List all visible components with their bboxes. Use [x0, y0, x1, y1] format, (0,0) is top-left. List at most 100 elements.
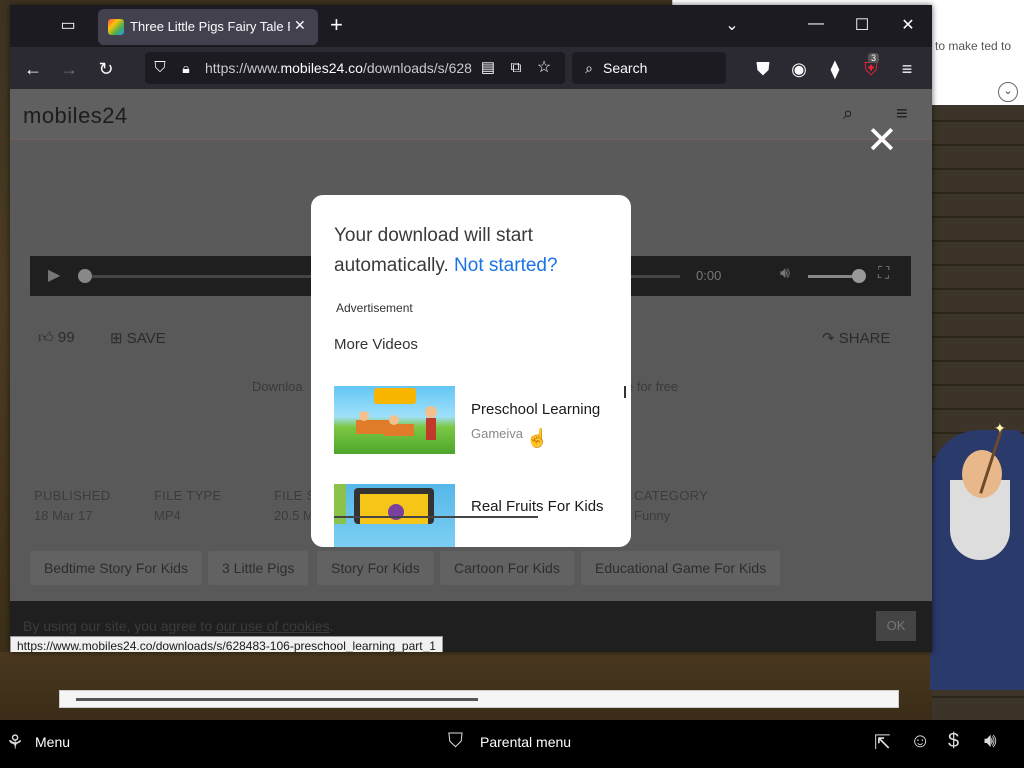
- site-search-icon[interactable]: ⌕: [843, 103, 853, 124]
- scrollbar-thumb[interactable]: [76, 698, 478, 701]
- menu-button[interactable]: Menu: [35, 734, 70, 750]
- share-button[interactable]: ↷ SHARE: [822, 329, 890, 347]
- volume-icon[interactable]: 🔊︎: [780, 265, 790, 283]
- download-message: Your download will start automatically. …: [334, 225, 558, 276]
- video-thumbnail[interactable]: [334, 386, 455, 454]
- url-text: https://www.mobiles24.co/downloads/s/628: [205, 60, 472, 76]
- download-modal: Your download will start automatically. …: [311, 195, 631, 547]
- meta-value: 20.5 M: [274, 508, 314, 523]
- shield-icon[interactable]: ⛉: [448, 730, 463, 753]
- meta-file-type: FILE TYPE MP4: [154, 486, 221, 526]
- account-icon[interactable]: ◉: [788, 58, 810, 80]
- reload-icon[interactable]: ↻: [95, 58, 117, 80]
- taskbar: ⚘ Menu ⛉ Parental menu ⇱ ☺ $ 🔊︎: [0, 720, 1024, 768]
- forward-icon[interactable]: →: [58, 58, 80, 80]
- meta-key: FILE S: [274, 488, 316, 503]
- meta-key: CATEGORY: [634, 488, 709, 503]
- cookie-policy-link[interactable]: our use of cookies: [216, 618, 330, 634]
- tag-chip[interactable]: Cartoon For Kids: [440, 551, 574, 585]
- add-box-icon: ⊞: [110, 330, 123, 347]
- download-text-left: Downloa: [252, 379, 303, 394]
- search-input[interactable]: ⌕ Search: [572, 52, 726, 84]
- close-window-icon[interactable]: ✕: [898, 15, 918, 35]
- notification-text: to make ted to: [935, 39, 1012, 53]
- more-videos-heading: More Videos: [334, 336, 418, 353]
- meta-published: PUBLISHED 18 Mar 17: [34, 486, 110, 526]
- meta-value: 18 Mar 17: [34, 508, 93, 523]
- meta-key: FILE TYPE: [154, 488, 222, 503]
- bookmark-star-icon[interactable]: ☆: [533, 57, 555, 79]
- extensions-icon[interactable]: ⧫: [824, 58, 846, 80]
- search-icon: ⌕: [585, 60, 593, 76]
- site-header: mobiles24 ⌕ ≡: [10, 89, 932, 140]
- save-label: SAVE: [126, 330, 166, 347]
- picture-in-picture-icon[interactable]: ⧉: [505, 57, 527, 79]
- seek-knob[interactable]: [78, 269, 92, 283]
- back-icon[interactable]: ←: [22, 58, 44, 80]
- tab-bar: ▭ Three Little Pigs Fairy Tale Free ✕ + …: [10, 5, 932, 47]
- chevron-down-icon[interactable]: ⌄: [998, 82, 1018, 102]
- save-button[interactable]: ⊞ SAVE: [110, 329, 166, 347]
- share-label: SHARE: [838, 330, 891, 347]
- play-icon[interactable]: ▶: [48, 265, 60, 285]
- link-status-bar: https://www.mobiles24.co/downloads/s/628…: [10, 636, 443, 652]
- cookie-text: By using our site, you agree to our use …: [23, 618, 334, 634]
- video-title[interactable]: Preschool Learning: [471, 401, 600, 418]
- fullscreen-icon[interactable]: ⛶: [878, 265, 889, 283]
- horizontal-scrollbar[interactable]: [59, 690, 899, 708]
- character-icon[interactable]: ⚘: [6, 730, 24, 755]
- player-time: 0:00: [696, 268, 722, 283]
- maximize-icon[interactable]: ☐: [852, 15, 872, 35]
- video-channel: Gameiva: [471, 426, 524, 441]
- meta-value[interactable]: Funny: [634, 506, 708, 526]
- video-title[interactable]: Real Fruits For Kids: [471, 498, 604, 515]
- lock-icon[interactable]: 🔒︎: [175, 57, 197, 79]
- tag-chip[interactable]: Educational Game For Kids: [581, 551, 781, 585]
- wand-sparkle-icon: ✦: [994, 420, 1006, 436]
- pocket-icon[interactable]: ⛊: [752, 58, 774, 80]
- new-tab-icon[interactable]: +: [330, 14, 343, 36]
- tab-overflow-chevron-icon[interactable]: ⌄: [722, 15, 742, 35]
- video-underline: [334, 516, 538, 518]
- search-placeholder: Search: [603, 60, 648, 76]
- url-bar[interactable]: ⛉ 🔒︎ https://www.mobiles24.co/downloads/…: [145, 52, 565, 84]
- meta-value: MP4: [154, 508, 181, 523]
- not-started-link[interactable]: Not started?: [454, 255, 558, 276]
- parental-menu-button[interactable]: Parental menu: [480, 734, 571, 750]
- shield-icon[interactable]: ⛉: [149, 57, 171, 79]
- like-button[interactable]: 👍︎ 99: [38, 329, 75, 347]
- tag-chip[interactable]: 3 Little Pigs: [208, 551, 309, 585]
- tag-chip[interactable]: Story For Kids: [317, 551, 434, 585]
- thumbs-up-icon: 👍︎: [38, 329, 54, 346]
- like-count: 99: [57, 329, 75, 346]
- scroll-indicator: [624, 386, 626, 398]
- speaker-icon[interactable]: 🔊︎: [984, 730, 997, 753]
- tag-list: Bedtime Story For Kids 3 Little Pigs Sto…: [30, 551, 910, 585]
- screen: { "browser": { "tab_title": "Three Littl…: [0, 0, 1024, 768]
- coins-icon[interactable]: $: [948, 730, 959, 753]
- site-logo[interactable]: mobiles24: [23, 103, 128, 129]
- meta-category: CATEGORY Funny: [634, 486, 708, 526]
- overlay-close-icon[interactable]: ✕: [866, 122, 898, 160]
- extension-badge: 3: [868, 53, 880, 63]
- download-text-right: e for free: [626, 379, 679, 394]
- advertisement-label: Advertisement: [336, 301, 413, 315]
- active-tab[interactable]: Three Little Pigs Fairy Tale Free ✕: [98, 9, 318, 45]
- tab-title: Three Little Pigs Fairy Tale Free: [130, 19, 290, 34]
- meta-file-size: FILE S 20.5 M: [274, 486, 316, 526]
- site-favicon-icon: [108, 19, 124, 35]
- volume-knob[interactable]: [852, 269, 866, 283]
- share-icon[interactable]: ⇱: [874, 730, 891, 755]
- share-icon: ↷: [822, 330, 835, 347]
- game-floor: [0, 652, 932, 720]
- tab-list-icon[interactable]: ▭: [57, 15, 79, 37]
- tag-chip[interactable]: Bedtime Story For Kids: [30, 551, 202, 585]
- video-card[interactable]: Preschool Learning Gameiva: [334, 386, 631, 456]
- minimize-icon[interactable]: —: [806, 15, 826, 33]
- monkey-icon[interactable]: ☺: [910, 730, 930, 753]
- meta-key: PUBLISHED: [34, 488, 111, 503]
- reader-view-icon[interactable]: ▤: [477, 57, 499, 79]
- tab-close-icon[interactable]: ✕: [294, 17, 306, 34]
- hamburger-menu-icon[interactable]: ≡: [896, 58, 918, 80]
- cookie-ok-button[interactable]: OK: [876, 611, 916, 641]
